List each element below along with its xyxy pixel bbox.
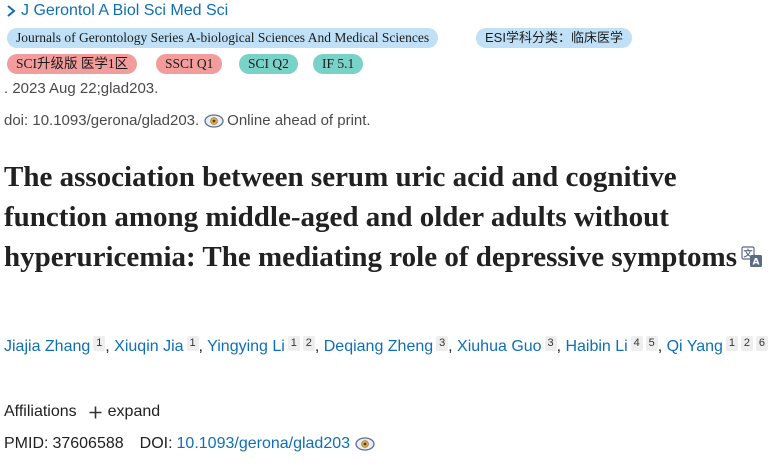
expand-label: expand [107, 403, 161, 420]
author-link[interactable]: Xiuhua Guo [457, 338, 542, 355]
author-link[interactable]: Haibin Li [565, 338, 627, 355]
online-status: Online ahead of print. [227, 112, 371, 129]
plus-icon [89, 406, 102, 418]
affiliation-ref[interactable]: 5 [645, 336, 658, 351]
affiliation-ref[interactable]: 1 [186, 336, 199, 351]
affiliation-ref[interactable]: 2 [740, 336, 753, 351]
impact-factor-tag[interactable]: IF 5.1 [313, 54, 364, 74]
affiliation-ref[interactable]: 3 [544, 336, 557, 351]
affiliation-ref[interactable]: 2 [302, 336, 315, 351]
affiliation-ref[interactable]: 3 [436, 336, 449, 351]
publication-date: . 2023 Aug 22;glad203. [4, 80, 159, 97]
author-link[interactable]: Yingying Li [207, 338, 285, 355]
journal-name: J Gerontol A Biol Sci Med Sci [21, 2, 229, 19]
article-title: The association between serum uric acid … [4, 157, 782, 277]
author-link[interactable]: Deqiang Zheng [324, 338, 433, 355]
article-title-text: The association between serum uric acid … [4, 161, 738, 273]
chevron-right-icon [7, 5, 16, 17]
author-link[interactable]: Xiuqin Jia [114, 338, 183, 355]
affiliations-row: Affiliations expand [4, 403, 160, 421]
citation-doi-line: doi: 10.1093/gerona/glad203. Online ahea… [4, 112, 371, 129]
article-page: J Gerontol A Biol Sci Med Sci Journals o… [0, 0, 784, 469]
doi-link[interactable]: 10.1093/gerona/glad203 [177, 435, 351, 453]
ssci-tag[interactable]: SSCI Q1 [156, 54, 223, 74]
affiliation-ref[interactable]: 6 [755, 336, 768, 351]
journal-fullname-tag[interactable]: Journals of Gerontology Series A-biologi… [7, 28, 439, 48]
full-text-eye-icon[interactable] [204, 113, 224, 129]
translate-icon[interactable]: 文 A [741, 246, 763, 268]
affiliation-ref[interactable]: 1 [93, 336, 106, 351]
citation-doi: doi: 10.1093/gerona/glad203. [4, 112, 200, 129]
expand-affiliations-button[interactable]: expand [89, 403, 161, 421]
esi-category-tag[interactable]: ESI学科分类：临床医学 [476, 28, 632, 48]
full-text-eye-icon[interactable] [355, 436, 375, 452]
journal-link[interactable]: J Gerontol A Biol Sci Med Sci [4, 2, 228, 20]
affiliation-ref[interactable]: 1 [287, 336, 300, 351]
sci-tag[interactable]: SCI Q2 [239, 54, 298, 74]
pmid-value: 37606588 [52, 435, 124, 452]
identifiers-row: PMID: 37606588 DOI: 10.1093/gerona/glad2… [4, 435, 378, 453]
affiliations-label: Affiliations [4, 403, 77, 420]
author-list: Jiajia Zhang 1, Xiuqin Jia 1, Yingying Li 1… [4, 334, 774, 360]
author-link[interactable]: Jiajia Zhang [4, 338, 90, 355]
sci-zone-tag[interactable]: SCI升级版 医学1区 [7, 54, 138, 74]
pmid-label: PMID: [4, 435, 49, 452]
svg-text:A: A [753, 258, 760, 268]
author-link[interactable]: Qi Yang [667, 338, 723, 355]
affiliation-ref[interactable]: 4 [630, 336, 643, 351]
doi-label: DOI: [139, 435, 173, 452]
affiliation-ref[interactable]: 1 [725, 336, 738, 351]
